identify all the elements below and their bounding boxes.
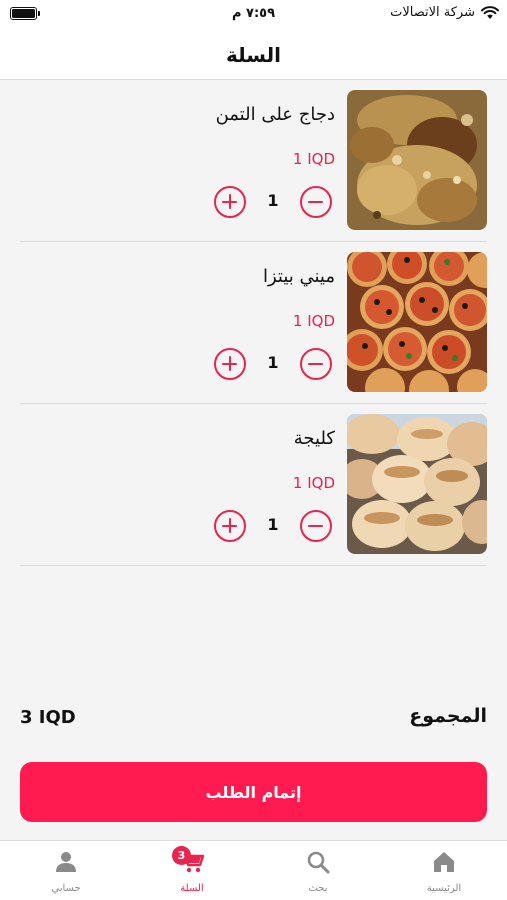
wifi-icon — [481, 5, 499, 19]
item-quantity: 1 — [267, 353, 279, 372]
cart-item: ميني بيتزا 1 IQD 1 — [20, 242, 487, 404]
item-price: 1 IQD — [292, 474, 335, 492]
item-price: 1 IQD — [292, 150, 335, 168]
item-name: دجاج على التمن — [215, 104, 335, 125]
status-bar: ٧:٥٩ م شركة الاتصالات — [0, 0, 507, 30]
cart-screen: ٧:٥٩ م شركة الاتصالات السلة دجاج على الت… — [0, 0, 507, 900]
nav-label: بحث — [308, 883, 328, 894]
total-value: 3 IQD — [20, 707, 76, 728]
cart-total: المجموع 3 IQD — [20, 705, 487, 735]
nav-item-search[interactable]: بحث — [255, 841, 381, 900]
app-header: السلة — [0, 30, 507, 80]
quantity-stepper: 1 — [214, 348, 332, 380]
nav-item-account[interactable]: حسابي — [3, 841, 129, 900]
nav-label: السلة — [180, 883, 204, 894]
nav-label: حسابي — [51, 883, 81, 894]
item-name: كليجة — [293, 428, 335, 449]
total-label: المجموع — [409, 705, 487, 727]
cart-item: كليجة 1 IQD 1 — [20, 404, 487, 566]
quantity-stepper: 1 — [214, 510, 332, 542]
nav-item-home[interactable]: الرئيسية — [381, 841, 507, 900]
quantity-stepper: 1 — [214, 186, 332, 218]
decrease-quantity-button[interactable] — [300, 186, 332, 218]
bottom-nav: الرئيسية بحث 3 السلة حسابي — [0, 840, 507, 900]
item-name: ميني بيتزا — [262, 266, 335, 287]
increase-quantity-button[interactable] — [214, 186, 246, 218]
item-image-mini-pizza — [347, 252, 487, 392]
checkout-button[interactable]: إتمام الطلب — [20, 762, 487, 822]
carrier-name: شركة الاتصالات — [390, 5, 475, 20]
item-price: 1 IQD — [292, 312, 335, 330]
increase-quantity-button[interactable] — [214, 510, 246, 542]
status-right: شركة الاتصالات — [390, 5, 499, 20]
home-icon — [434, 852, 454, 872]
item-quantity: 1 — [267, 191, 279, 210]
search-icon — [307, 851, 330, 874]
nav-item-cart[interactable]: 3 السلة — [129, 841, 255, 900]
increase-quantity-button[interactable] — [214, 348, 246, 380]
decrease-quantity-button[interactable] — [300, 510, 332, 542]
page-title: السلة — [225, 42, 281, 67]
item-quantity: 1 — [267, 515, 279, 534]
cart-item: دجاج على التمن 1 IQD 1 — [20, 80, 487, 242]
item-image-chicken-rice — [347, 90, 487, 230]
cart-count-badge: 3 — [172, 846, 191, 865]
nav-label: الرئيسية — [426, 883, 462, 894]
item-image-kleicha — [347, 414, 487, 554]
decrease-quantity-button[interactable] — [300, 348, 332, 380]
user-icon — [56, 852, 76, 872]
